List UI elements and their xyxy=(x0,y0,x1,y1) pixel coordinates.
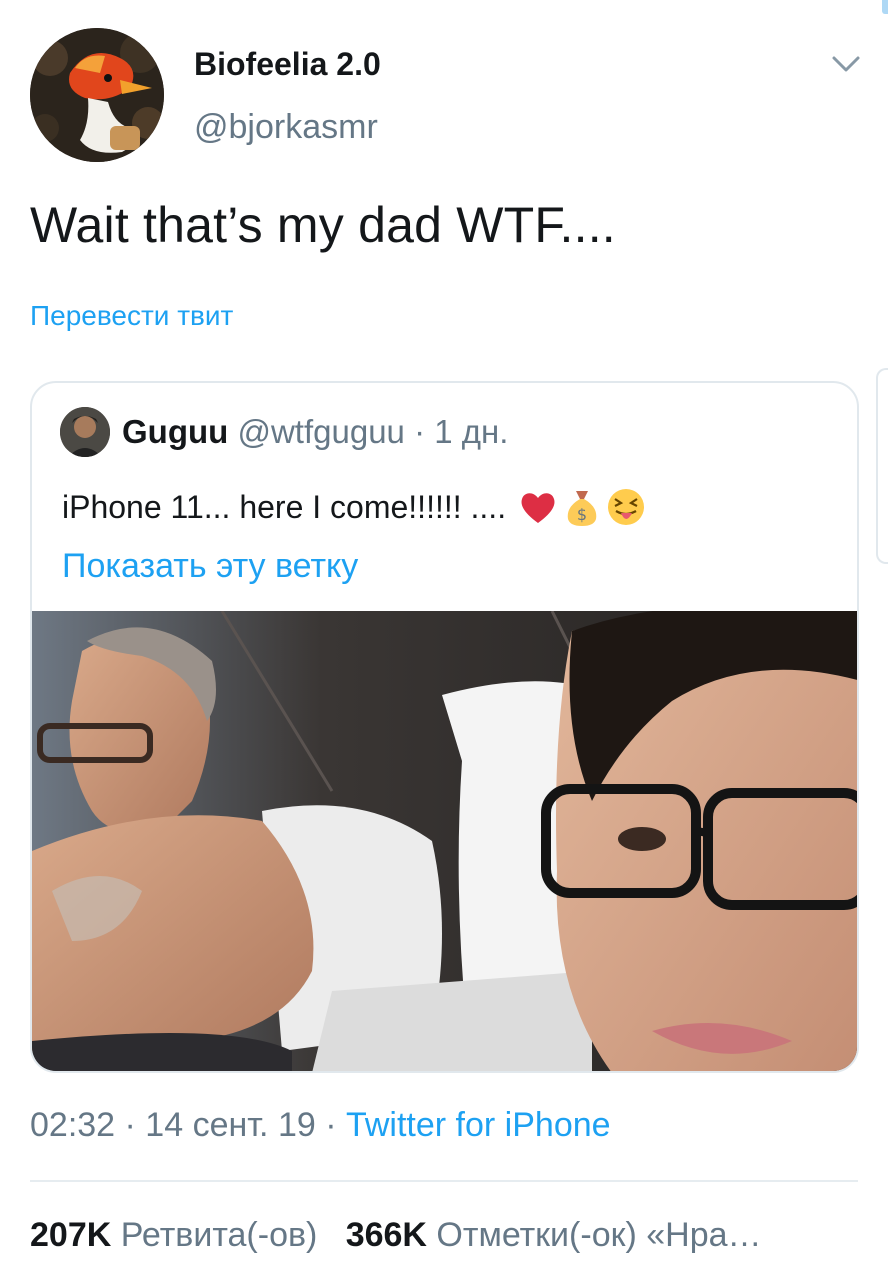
retweets-count[interactable]: 207K xyxy=(30,1216,111,1254)
quoted-tweet-body: iPhone 11... here I come!!!!!! .... xyxy=(62,488,507,525)
quoted-tweet-photo[interactable] xyxy=(32,611,859,1073)
retweets-label[interactable]: Ретвита(-ов) xyxy=(111,1216,318,1254)
show-thread-link[interactable]: Показать эту ветку xyxy=(62,547,358,586)
tweet-text: Wait that’s my dad WTF.... xyxy=(30,197,616,253)
goose-avatar-image xyxy=(30,28,164,162)
squinting-tongue-face-icon xyxy=(608,489,645,525)
translate-tweet-link[interactable]: Перевести твит xyxy=(30,300,233,332)
tweet-timestamp[interactable]: 02:32 · 14 сент. 19 · xyxy=(30,1106,346,1144)
stats-divider xyxy=(30,1180,858,1182)
quoted-author-meta: @wtfguguu · 1 дн. xyxy=(228,413,509,450)
scroll-indicator xyxy=(882,0,888,14)
quoted-author-avatar[interactable] xyxy=(60,407,110,457)
tweet-source-link[interactable]: Twitter for iPhone xyxy=(346,1106,611,1144)
quoted-tweet-text: iPhone 11... here I come!!!!!! .... $ xyxy=(62,487,646,527)
svg-text:$: $ xyxy=(577,505,587,524)
quoted-tweet-header: Guguu @wtfguguu · 1 дн. xyxy=(122,413,508,451)
tweet-metadata: 02:32 · 14 сент. 19 · Twitter for iPhone xyxy=(30,1106,611,1145)
money-bag-icon: $ xyxy=(567,491,597,526)
quoted-author-name[interactable]: Guguu xyxy=(122,413,228,450)
side-panel-handle[interactable] xyxy=(876,368,888,564)
author-avatar[interactable] xyxy=(30,28,164,162)
likes-label[interactable]: Отметки(-ок) «Нра… xyxy=(427,1216,761,1254)
quoted-tweet-card[interactable]: Guguu @wtfguguu · 1 дн. iPhone 11... her… xyxy=(30,381,859,1073)
tweet-stats: 207K Ретвита(-ов) 366K Отметки(-ок) «Нра… xyxy=(30,1216,762,1255)
chevron-down-icon[interactable] xyxy=(830,52,862,76)
likes-count[interactable]: 366K xyxy=(346,1216,427,1254)
author-name[interactable]: Biofeelia 2.0 xyxy=(194,46,381,83)
red-heart-icon xyxy=(521,493,555,523)
author-handle[interactable]: @bjorkasmr xyxy=(194,108,378,147)
